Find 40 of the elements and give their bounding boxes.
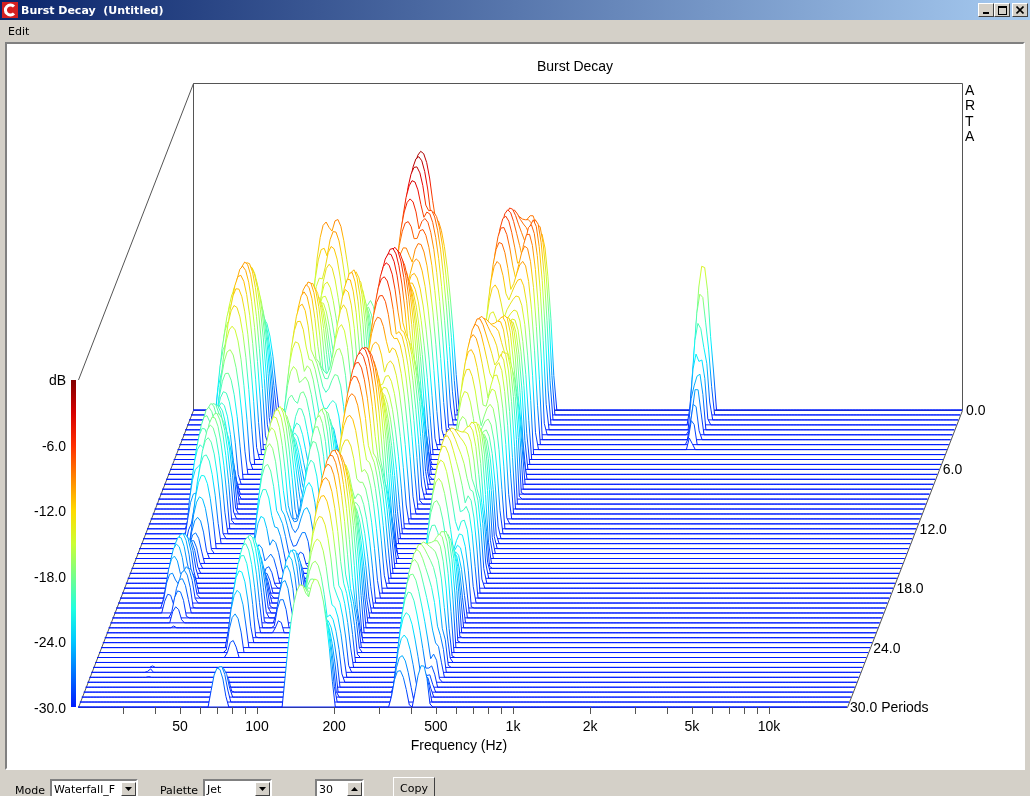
close-button[interactable] [1012, 3, 1028, 17]
spin-up-icon [351, 787, 359, 791]
unit-label: dB [48, 372, 66, 388]
db-tick-label: -6.0 [41, 438, 66, 454]
close-icon [1016, 6, 1024, 14]
palette-label: Palette [160, 784, 199, 796]
frequency-tick-label: 2k [582, 718, 598, 734]
frequency-tick-label: 200 [322, 718, 346, 734]
db-tick-label: -18.0 [34, 568, 66, 585]
periods-spinbox[interactable]: 30 [315, 779, 365, 796]
db-tick-label: -30.0 [34, 699, 66, 716]
frequency-tick-label: 100 [245, 718, 269, 734]
frequency-tick-label: 1k [505, 718, 521, 734]
time-tick-label: 6.0 [942, 461, 963, 478]
frequency-tick-label: 5k [684, 718, 700, 734]
caret-icon [259, 787, 267, 791]
caret-icon [125, 787, 132, 791]
time-tick-label: 12.0 [919, 520, 947, 537]
time-tick-label: 0.0 [966, 402, 986, 418]
db-tick-label: -24.0 [34, 634, 66, 651]
mode-dropdown[interactable]: Waterfall_F [50, 779, 138, 796]
palette-dropdown[interactable]: Jet [203, 779, 273, 796]
window-title: Burst Decay (Untitled) [21, 3, 165, 17]
maximize-button[interactable] [994, 3, 1010, 17]
frequency-tick-label: 50 [172, 718, 188, 734]
axis-title: Frequency (Hz) [410, 737, 508, 753]
app-icon [2, 2, 18, 18]
mode-label: Mode [15, 784, 45, 796]
plot-title: Burst Decay [536, 58, 614, 74]
copy-button[interactable]: Copy [393, 777, 435, 796]
maximize-icon [997, 5, 1007, 15]
brand-label: ARTA [965, 83, 977, 145]
time-tick-label: 18.0 [896, 580, 924, 597]
time-tick-label: 30.0 Periods [850, 699, 929, 715]
menu-item[interactable]: Edit [3, 23, 35, 39]
db-tick-label: -12.0 [34, 503, 66, 520]
time-tick-label: 24.0 [873, 639, 901, 656]
minimize-button[interactable] [978, 3, 994, 17]
frequency-tick-label: 10k [757, 718, 781, 734]
frequency-tick-label: 500 [424, 718, 448, 734]
